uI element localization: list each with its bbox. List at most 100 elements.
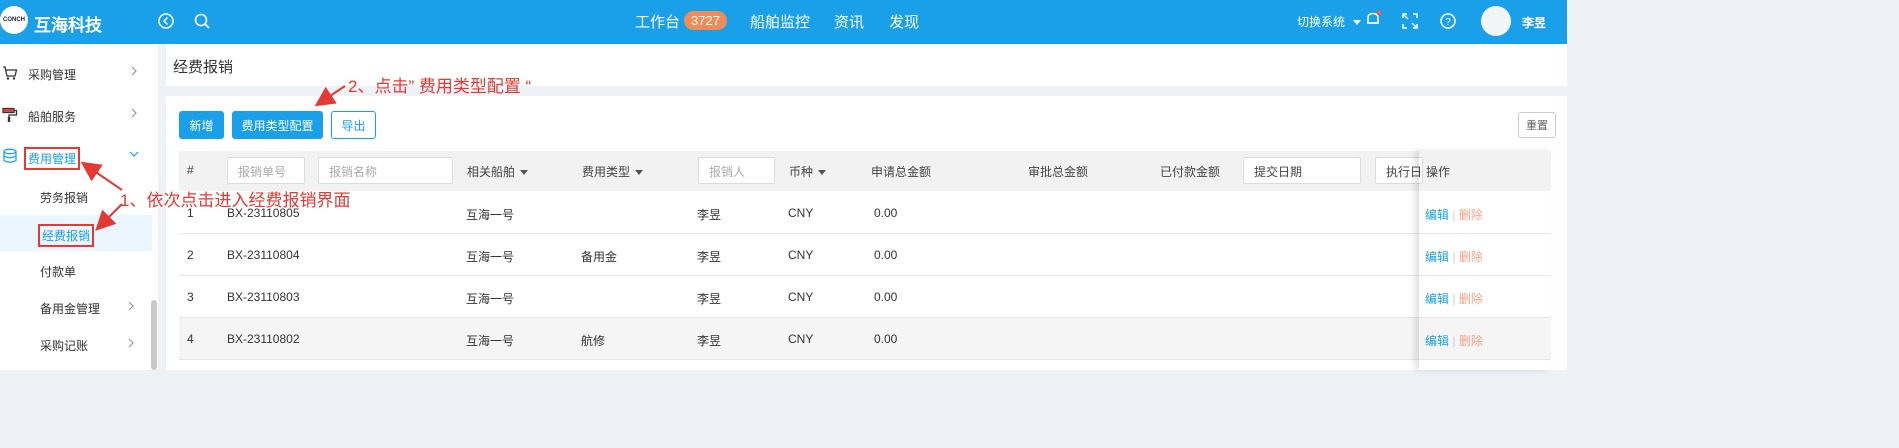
delete-link[interactable]: 删除 — [1459, 292, 1483, 306]
sidebar-scrollbar[interactable] — [151, 300, 157, 370]
back-icon[interactable] — [157, 12, 175, 30]
col-fee-type-dropdown[interactable]: 费用类型 — [582, 163, 644, 180]
table-row[interactable]: 3 BX-23110803 互海一号 李昱 CNY 0.00 — [179, 276, 1551, 318]
table-row[interactable]: 2 BX-23110804 互海一号 备用金 李昱 CNY 0.00 — [179, 234, 1551, 276]
cell-currency: CNY — [788, 206, 814, 220]
sidebar-subitem-payment[interactable]: 付款单 — [0, 252, 152, 288]
cell-person: 李昱 — [697, 334, 722, 348]
help-icon[interactable]: ? — [1439, 12, 1457, 30]
sidebar-item-expense[interactable]: 费用管理 — [0, 138, 150, 174]
nav-workbench[interactable]: 工作台 — [635, 11, 680, 32]
edit-link[interactable]: 编辑 — [1425, 208, 1449, 222]
col-fee-type-label: 费用类型 — [582, 165, 631, 179]
avatar[interactable] — [1481, 6, 1511, 36]
switch-system-dropdown[interactable]: 切换系统 — [1297, 13, 1362, 30]
sidebar-item-label: 船舶服务 — [28, 110, 77, 124]
col-ship-dropdown[interactable]: 相关船舶 — [467, 163, 529, 180]
delete-link[interactable]: 删除 — [1459, 250, 1483, 264]
conch-logo: CONCH — [0, 6, 28, 34]
cell-person: 李昱 — [697, 292, 722, 306]
cell-apply-total: 0.00 — [874, 248, 898, 262]
top-bar: CONCH 互海科技 工作台 3727 船舶监控 资讯 发现 切换系统 ? 李昱 — [0, 0, 1567, 44]
filter-submit-date[interactable]: 提交日期 — [1243, 157, 1361, 184]
cell-index: 3 — [187, 290, 194, 304]
annotation-step2: 2、点击” 费用类型配置 “ — [348, 77, 532, 96]
add-button[interactable]: 新增 — [179, 111, 224, 139]
cart-icon — [3, 66, 18, 80]
cell-person: 李昱 — [697, 208, 722, 222]
filter-expense-no[interactable]: 报销单号 — [227, 157, 305, 184]
cell-person: 李昱 — [697, 250, 722, 264]
fee-type-config-button[interactable]: 费用类型配置 — [232, 111, 323, 139]
edit-link[interactable]: 编辑 — [1425, 250, 1449, 264]
workbench-badge: 3727 — [684, 11, 727, 30]
chevron-down-icon — [129, 151, 139, 157]
cell-ship: 互海一号 — [466, 250, 515, 264]
nav-news[interactable]: 资讯 — [834, 11, 864, 32]
sidebar-subitem-petty-cash[interactable]: 备用金管理 — [0, 289, 152, 325]
sidebar-item-purchase[interactable]: 采购管理 — [0, 55, 150, 91]
col-approve-total: 审批总金额 — [1028, 165, 1089, 179]
cell-ship: 互海一号 — [466, 334, 515, 348]
filter-expense-name[interactable]: 报销名称 — [318, 157, 453, 184]
sidebar-item-label: 采购管理 — [28, 68, 77, 82]
cell-apply-total: 0.00 — [874, 290, 898, 304]
delete-link[interactable]: 删除 — [1459, 334, 1483, 348]
cell-no: BX-23110805 — [227, 206, 300, 220]
table-row[interactable]: 4 BX-23110802 互海一号 航修 李昱 CNY 0.00 — [179, 318, 1551, 360]
sidebar-subitem-label: 付款单 — [40, 265, 77, 279]
cell-currency: CNY — [788, 290, 814, 304]
cell-index: 2 — [187, 248, 194, 262]
export-button[interactable]: 导出 — [331, 111, 376, 139]
user-name[interactable]: 李昱 — [1522, 14, 1546, 31]
bell-icon[interactable] — [1364, 10, 1382, 28]
table-row[interactable]: 1 BX-23110805 互海一号 李昱 CNY 0.00 — [179, 192, 1551, 234]
row-actions: 编辑 | 删除 — [1425, 248, 1483, 265]
cell-fee-type: 备用金 — [581, 250, 618, 264]
cell-index: 1 — [187, 206, 194, 220]
chevron-right-icon — [131, 108, 137, 118]
cell-no: BX-23110804 — [227, 248, 300, 262]
action-separator: | — [1449, 334, 1459, 348]
filter-person[interactable]: 报销人 — [698, 157, 775, 184]
reset-button[interactable]: 重置 — [1518, 112, 1556, 138]
delete-link[interactable]: 删除 — [1459, 208, 1483, 222]
cell-ship: 互海一号 — [466, 208, 515, 222]
fullscreen-icon[interactable] — [1401, 12, 1419, 30]
col-currency-label: 币种 — [789, 165, 814, 179]
cell-currency: CNY — [788, 332, 814, 346]
sidebar-subitem-purchase-record[interactable]: 采购记账 — [0, 326, 152, 362]
edit-link[interactable]: 编辑 — [1425, 334, 1449, 348]
caret-down-icon — [818, 170, 827, 176]
sidebar-item-ship-service[interactable]: 船舶服务 — [0, 97, 150, 133]
row-actions: 编辑 | 删除 — [1425, 332, 1483, 349]
switch-system-label: 切换系统 — [1297, 15, 1346, 29]
caret-down-icon — [520, 170, 529, 176]
nav-ship-monitor[interactable]: 船舶监控 — [750, 11, 810, 32]
sidebar-subitem-fund[interactable]: 经费报销 — [0, 215, 152, 251]
sidebar-subitem-label: 备用金管理 — [40, 302, 101, 316]
cell-apply-total: 0.00 — [874, 332, 898, 346]
col-ship-label: 相关船舶 — [467, 165, 516, 179]
cell-index: 4 — [187, 332, 194, 346]
col-currency-dropdown[interactable]: 币种 — [789, 163, 827, 180]
chevron-right-icon — [128, 301, 134, 311]
row-actions: 编辑 | 删除 — [1425, 206, 1483, 223]
filter-exec-date[interactable]: 执行日 — [1375, 157, 1423, 184]
sidebar-subitem-label: 劳务报销 — [40, 191, 89, 205]
sidebar-item-label: 费用管理 — [24, 147, 81, 170]
cell-fee-type: 航修 — [581, 334, 606, 348]
edit-link[interactable]: 编辑 — [1425, 292, 1449, 306]
col-index: # — [187, 163, 194, 177]
sidebar-subitem-label: 经费报销 — [38, 224, 95, 247]
nav-discover[interactable]: 发现 — [889, 11, 919, 32]
database-icon — [3, 148, 17, 163]
search-icon[interactable] — [193, 12, 211, 30]
action-separator: | — [1449, 208, 1459, 222]
paint-roller-icon — [2, 107, 18, 122]
cell-ship: 互海一号 — [466, 292, 515, 306]
page-title: 经费报销 — [173, 59, 234, 76]
cell-no: BX-23110803 — [227, 290, 300, 304]
caret-down-icon — [635, 170, 644, 176]
chevron-right-icon — [128, 338, 134, 348]
